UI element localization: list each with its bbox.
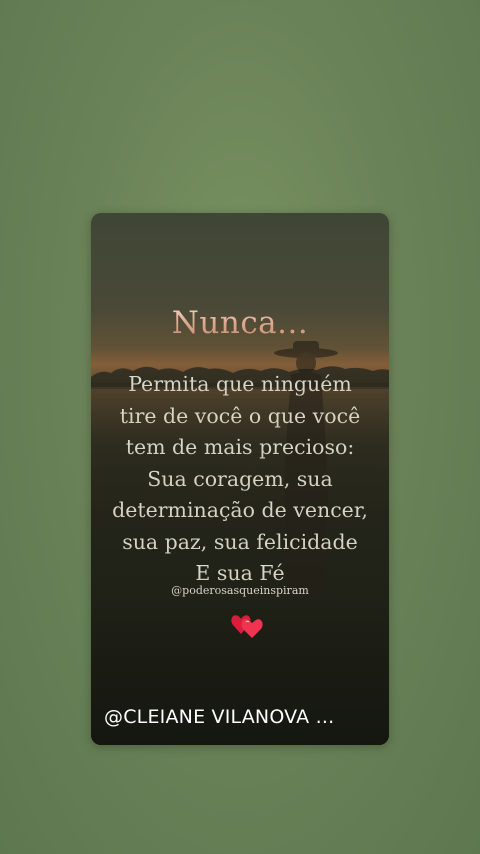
quote-line: tire de você o que você bbox=[91, 401, 389, 433]
story-card[interactable]: Nunca... Permita que ninguém tire de voc… bbox=[91, 213, 389, 745]
post-title: Nunca... bbox=[91, 305, 389, 341]
quote-line: sua paz, sua felicidade bbox=[91, 527, 389, 559]
creator-credit[interactable]: @CLEIANE VILANOVA ... bbox=[104, 706, 334, 728]
quote-line: Sua coragem, sua bbox=[91, 464, 389, 496]
source-handle: @poderosasqueinspiram bbox=[171, 584, 309, 597]
quote-line: tem de mais precioso: bbox=[91, 432, 389, 464]
quote-message: Permita que ninguém tire de você o que v… bbox=[91, 369, 389, 590]
quote-line: determinação de vencer, bbox=[91, 495, 389, 527]
two-hearts-icon bbox=[231, 615, 263, 638]
quote-line: Permita que ninguém bbox=[91, 369, 389, 401]
